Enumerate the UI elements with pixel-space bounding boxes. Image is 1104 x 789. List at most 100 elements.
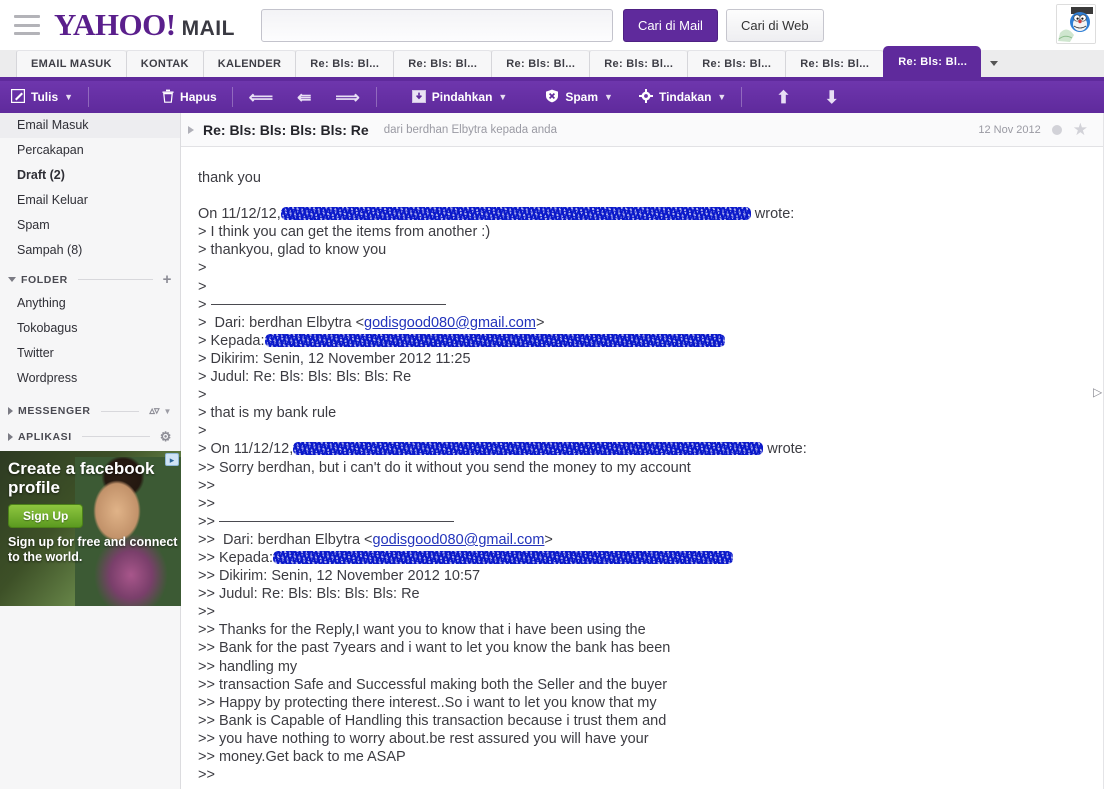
ad-signup-button[interactable]: Sign Up	[8, 504, 84, 528]
message-body-line: thank you	[198, 170, 261, 186]
forward-arrow-icon[interactable]: ⟹	[323, 89, 371, 106]
chevron-down-icon	[8, 277, 16, 282]
sidebar-item-conversations[interactable]: Percakapan	[0, 138, 180, 163]
compose-chevron-down-icon[interactable]: ▼	[64, 92, 73, 102]
move-label: Pindahkan	[431, 90, 493, 104]
compose-button[interactable]: Tulis ▼	[0, 81, 84, 113]
messenger-chevron-down-icon[interactable]: ▼	[163, 407, 172, 416]
search-web-button[interactable]: Cari di Web	[725, 8, 824, 42]
message-body-line: > Dari: berdhan Elbytra <godisgood080@gm…	[198, 314, 545, 331]
previous-message-arrow-up-icon[interactable]: ⬆	[764, 89, 802, 106]
search-input[interactable]	[260, 8, 613, 42]
logo-yahoo-text: YAHOO	[54, 7, 166, 42]
tab-message-7-active[interactable]: Re: Bls: Bl...	[883, 46, 982, 77]
move-button[interactable]: Pindahkan ▼	[401, 81, 519, 113]
message-body-line: >> Bank is Capable of Handling this tran…	[198, 712, 667, 729]
hamburger-icon[interactable]	[14, 15, 40, 35]
actions-chevron-down-icon[interactable]: ▼	[717, 92, 726, 102]
sidebar-item-wordpress[interactable]: Wordpress	[0, 366, 180, 391]
aplikasi-gear-icon[interactable]: ⚙	[160, 430, 172, 443]
tab-overflow-chevron-down-icon[interactable]	[981, 50, 1007, 77]
app-header: YAHOO! MAIL Cari di Mail Cari di Web	[0, 0, 1104, 50]
spam-button[interactable]: Spam ▼	[534, 81, 624, 113]
tab-message-3[interactable]: Re: Bls: Bl...	[491, 50, 590, 77]
mouse-cursor-icon: ▷	[1093, 385, 1103, 399]
main-area: Email Masuk Percakapan Draft (2) Email K…	[0, 113, 1104, 789]
star-icon[interactable]: ★	[1073, 121, 1088, 138]
toolbar-divider-2	[231, 87, 233, 107]
toolbar-divider-4	[741, 87, 743, 107]
tab-kontak[interactable]: KONTAK	[125, 50, 203, 77]
redacted-email-address	[280, 206, 751, 220]
tab-message-5[interactable]: Re: Bls: Bl...	[687, 50, 786, 77]
message-body-line: > Dikirim: Senin, 12 November 2012 11:25	[198, 350, 471, 367]
sidebar-item-inbox[interactable]: Email Masuk	[0, 113, 180, 138]
redacted-email-address	[273, 550, 733, 564]
message-header-actions: 12 Nov 2012 ★	[978, 121, 1104, 138]
message-body-line: >> transaction Safe and Successful makin…	[198, 676, 668, 693]
messenger-label: MESSENGER	[18, 405, 91, 417]
compose-pencil-icon	[10, 88, 26, 105]
logo-mail-text: MAIL	[181, 17, 235, 40]
tab-message-6[interactable]: Re: Bls: Bl...	[785, 50, 884, 77]
message-date: 12 Nov 2012	[978, 123, 1041, 136]
message-body-line: >> Kepada:	[198, 549, 1104, 567]
message-body-line: >> Thanks for the Reply,I want you to kn…	[198, 622, 646, 639]
avatar[interactable]	[1056, 4, 1096, 44]
advertisement[interactable]: ▸ Create a facebook profile Sign Up Sign…	[0, 451, 181, 606]
tab-message-4[interactable]: Re: Bls: Bl...	[589, 50, 688, 77]
horizontal-rule	[210, 303, 446, 305]
message-toolbar: Tulis ▼ Hapus ⟸ ⇚ ⟹ Pindahkan ▼ Spam ▼ T…	[0, 81, 1104, 113]
message-body-line: >> Dari: berdhan Elbytra <godisgood080@g…	[198, 531, 553, 548]
sidebar-item-twitter[interactable]: Twitter	[0, 341, 180, 366]
unread-dot-icon[interactable]	[1051, 124, 1062, 135]
delete-label: Hapus	[180, 90, 217, 104]
sidebar-item-sent[interactable]: Email Keluar	[0, 188, 180, 213]
tab-message-2[interactable]: Re: Bls: Bl...	[393, 50, 492, 77]
folder-section-header[interactable]: FOLDER +	[0, 263, 180, 291]
sidebar-item-anything[interactable]: Anything	[0, 291, 180, 316]
message-body-line: > thankyou, glad to know you	[198, 242, 387, 259]
sidebar-item-tokobagus[interactable]: Tokobagus	[0, 316, 180, 341]
delete-button[interactable]: Hapus	[151, 81, 228, 113]
search-mail-button[interactable]: Cari di Mail	[622, 8, 718, 42]
reply-arrow-icon[interactable]: ⟸	[237, 89, 285, 106]
email-address-link[interactable]: godisgood080@gmail.com	[364, 315, 536, 331]
messenger-section-header[interactable]: MESSENGER ▵▿ ▼	[0, 391, 180, 421]
tab-message-1[interactable]: Re: Bls: Bl...	[295, 50, 394, 77]
divider	[77, 279, 153, 280]
message-body: thank you On 11/12/12, wrote: > I think yo…	[181, 147, 1104, 784]
move-chevron-down-icon[interactable]: ▼	[498, 92, 507, 102]
sidebar-item-spam[interactable]: Spam	[0, 213, 180, 238]
actions-button[interactable]: Tindakan ▼	[628, 81, 737, 113]
move-folder-icon	[411, 89, 426, 105]
spam-chevron-down-icon[interactable]: ▼	[604, 92, 613, 102]
message-body-line: > that is my bank rule	[198, 405, 337, 422]
message-body-line: >	[198, 296, 1104, 314]
sidebar-item-draft[interactable]: Draft (2)	[0, 163, 180, 188]
ad-subtext: Sign up for free and connect to the worl…	[8, 535, 178, 564]
yahoo-mail-logo[interactable]: YAHOO! MAIL	[54, 7, 235, 43]
reading-pane: Re: Bls: Bls: Bls: Bls: Re dari berdhan …	[181, 113, 1104, 789]
email-address-link[interactable]: godisgood080@gmail.com	[373, 532, 545, 548]
next-message-arrow-down-icon[interactable]: ⬇	[813, 89, 851, 106]
tab-email-masuk[interactable]: EMAIL MASUK	[16, 50, 126, 77]
aplikasi-section-header[interactable]: APLIKASI ⚙	[0, 421, 180, 447]
spam-shield-icon	[545, 89, 559, 105]
expand-chevron-right-icon[interactable]	[188, 125, 194, 134]
sidebar-item-trash[interactable]: Sampah (8)	[0, 238, 180, 263]
tab-kalender[interactable]: KALENDER	[202, 50, 296, 77]
toolbar-divider-3	[375, 87, 377, 107]
logo-bang: !	[165, 7, 176, 42]
message-body-line: > On 11/12/12, wrote:	[198, 441, 807, 458]
compose-label: Tulis	[31, 90, 59, 104]
message-sender-line: dari berdhan Elbytra kepada anda	[383, 123, 557, 136]
add-folder-plus-icon[interactable]: +	[163, 272, 172, 287]
adchoices-icon[interactable]: ▸	[165, 453, 179, 466]
message-body-line: >> Bank for the past 7years and i want t…	[198, 640, 671, 657]
message-body-line: > Judul: Re: Bls: Bls: Bls: Bls: Re	[198, 369, 412, 386]
reply-all-arrow-icon[interactable]: ⇚	[285, 89, 323, 106]
message-body-line: >> Happy by protecting there interest..S…	[198, 694, 657, 711]
message-body-line: >>	[198, 477, 215, 494]
messenger-status-icon[interactable]: ▵▿	[149, 405, 159, 417]
